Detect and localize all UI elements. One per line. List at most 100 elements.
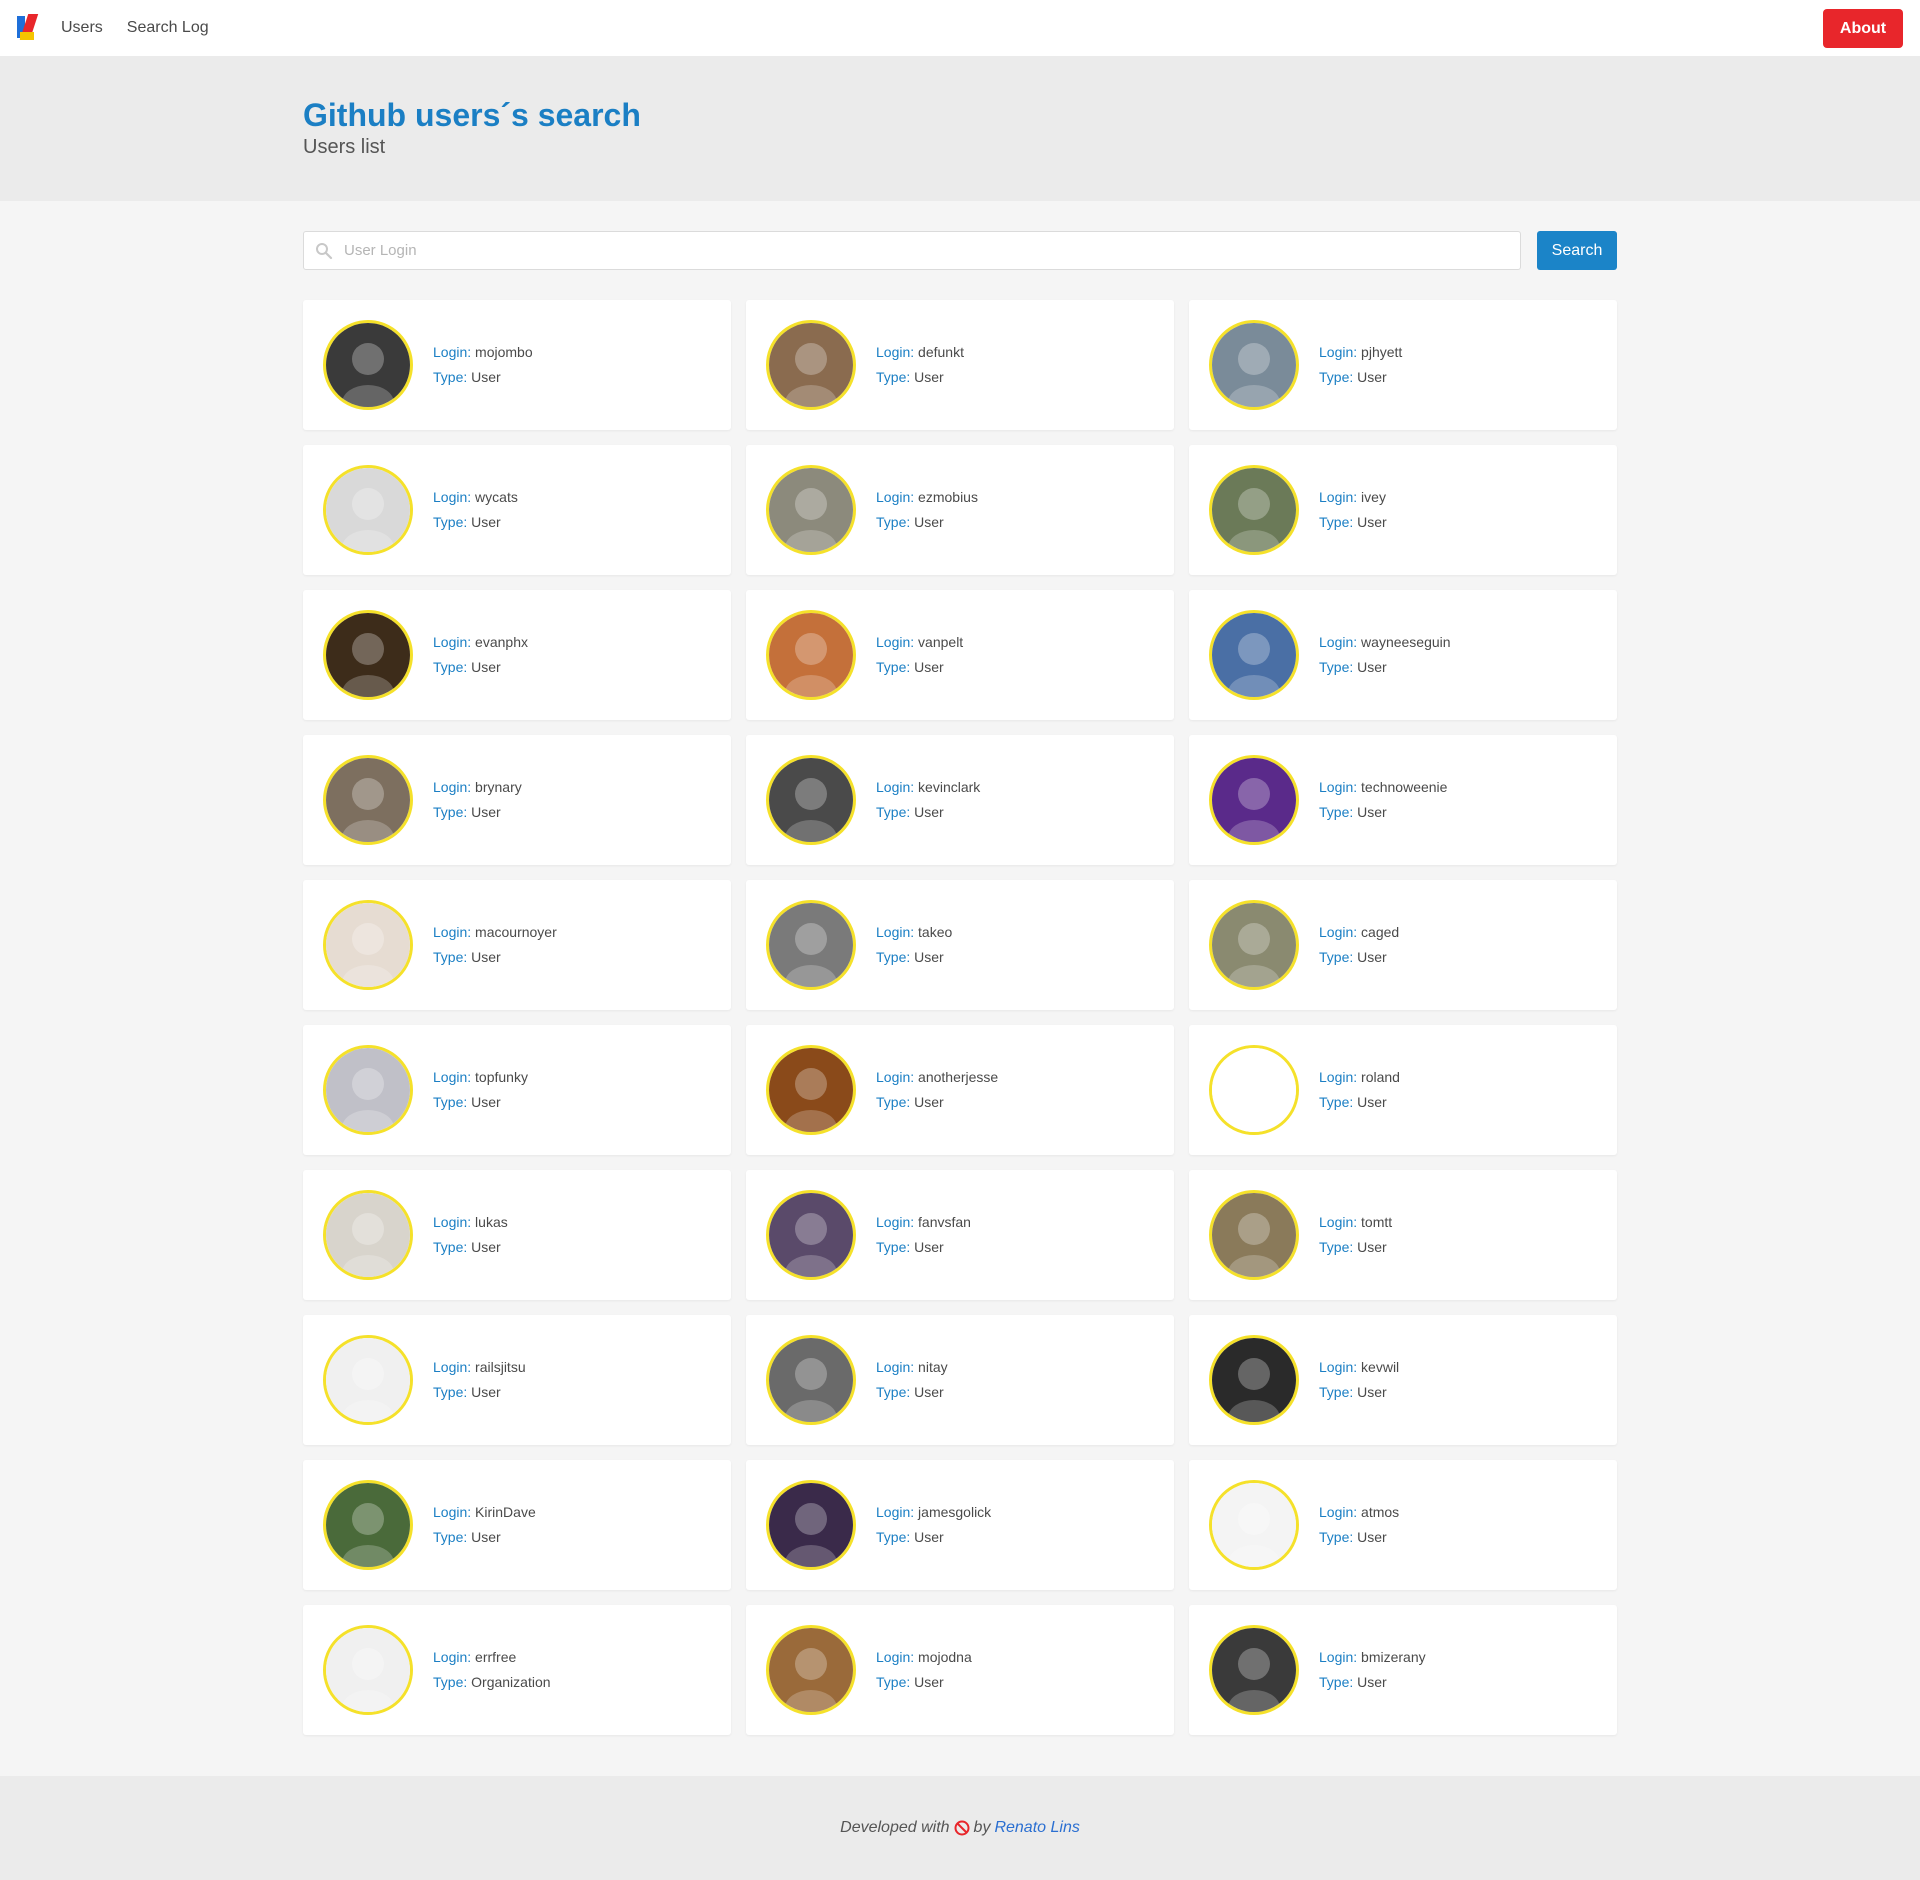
login-line: Login: fanvsfan (876, 1210, 971, 1235)
user-card[interactable]: Login: tomtt Type: User (1189, 1170, 1617, 1300)
user-card[interactable]: Login: pjhyett Type: User (1189, 300, 1617, 430)
page-title: Github users´s search (303, 97, 641, 133)
user-card[interactable]: Login: wycats Type: User (303, 445, 731, 575)
user-info: Login: ezmobius Type: User (876, 485, 978, 535)
user-card[interactable]: Login: caged Type: User (1189, 880, 1617, 1010)
avatar-image (326, 1338, 410, 1422)
type-label: Type: (876, 1094, 911, 1110)
login-value: mojodna (918, 1649, 972, 1665)
user-info: Login: jamesgolick Type: User (876, 1500, 991, 1550)
login-label: Login: (1319, 1069, 1358, 1085)
user-login-input[interactable] (304, 232, 1520, 269)
login-label: Login: (876, 1069, 915, 1085)
user-card[interactable]: Login: mojodna Type: User (746, 1605, 1174, 1735)
login-label: Login: (1319, 924, 1358, 940)
user-card[interactable]: Login: errfree Type: Organization (303, 1605, 731, 1735)
login-value: wycats (475, 489, 518, 505)
avatar-image (769, 1483, 853, 1567)
avatar-image (769, 323, 853, 407)
login-label: Login: (1319, 1359, 1358, 1375)
type-label: Type: (433, 949, 468, 965)
nav-item-search-log[interactable]: Search Log (127, 19, 209, 37)
type-label: Type: (876, 1384, 911, 1400)
type-line: Type: User (876, 1380, 948, 1405)
type-line: Type: User (433, 945, 557, 970)
user-card[interactable]: Login: roland Type: User (1189, 1025, 1617, 1155)
type-line: Type: User (1319, 1235, 1392, 1260)
user-card[interactable]: Login: topfunky Type: User (303, 1025, 731, 1155)
user-card[interactable]: Login: brynary Type: User (303, 735, 731, 865)
login-value: caged (1361, 924, 1400, 940)
author-link[interactable]: Renato Lins (994, 1819, 1079, 1837)
login-line: Login: defunkt (876, 340, 964, 365)
type-line: Type: User (1319, 510, 1387, 535)
user-card[interactable]: Login: vanpelt Type: User (746, 590, 1174, 720)
user-info: Login: lukas Type: User (433, 1210, 508, 1260)
type-value: User (914, 804, 944, 820)
user-card[interactable]: Login: bmizerany Type: User (1189, 1605, 1617, 1735)
user-card[interactable]: Login: fanvsfan Type: User (746, 1170, 1174, 1300)
avatar (1209, 900, 1299, 990)
login-label: Login: (1319, 1649, 1358, 1665)
user-card[interactable]: Login: technoweenie Type: User (1189, 735, 1617, 865)
type-label: Type: (433, 804, 468, 820)
nav-item-users[interactable]: Users (61, 19, 103, 37)
user-card[interactable]: Login: wayneeseguin Type: User (1189, 590, 1617, 720)
user-card[interactable]: Login: takeo Type: User (746, 880, 1174, 1010)
type-label: Type: (1319, 804, 1354, 820)
login-label: Login: (433, 634, 472, 650)
user-info: Login: macournoyer Type: User (433, 920, 557, 970)
type-label: Type: (1319, 949, 1354, 965)
user-card[interactable]: Login: nitay Type: User (746, 1315, 1174, 1445)
search-button[interactable]: Search (1537, 231, 1617, 270)
user-card[interactable]: Login: defunkt Type: User (746, 300, 1174, 430)
type-label: Type: (1319, 659, 1354, 675)
login-value: jamesgolick (918, 1504, 992, 1520)
login-label: Login: (433, 1649, 472, 1665)
type-label: Type: (1319, 1094, 1354, 1110)
login-line: Login: technoweenie (1319, 775, 1447, 800)
type-label: Type: (1319, 1529, 1354, 1545)
type-value: User (914, 1529, 944, 1545)
login-value: bmizerany (1361, 1649, 1426, 1665)
user-card[interactable]: Login: evanphx Type: User (303, 590, 731, 720)
login-value: errfree (475, 1649, 517, 1665)
user-card[interactable]: Login: ivey Type: User (1189, 445, 1617, 575)
search-bar: Search (303, 231, 1617, 270)
avatar (766, 610, 856, 700)
type-line: Type: User (1319, 655, 1451, 680)
type-value: User (1357, 369, 1387, 385)
type-line: Type: User (433, 365, 533, 390)
user-card[interactable]: Login: anotherjesse Type: User (746, 1025, 1174, 1155)
user-card[interactable]: Login: atmos Type: User (1189, 1460, 1617, 1590)
avatar (1209, 320, 1299, 410)
avatar (323, 755, 413, 845)
user-card[interactable]: Login: kevwil Type: User (1189, 1315, 1617, 1445)
user-card[interactable]: Login: KirinDave Type: User (303, 1460, 731, 1590)
user-card[interactable]: Login: lukas Type: User (303, 1170, 731, 1300)
login-label: Login: (1319, 1504, 1358, 1520)
avatar-image (1212, 323, 1296, 407)
user-info: Login: topfunky Type: User (433, 1065, 528, 1115)
type-value: User (471, 514, 501, 530)
user-info: Login: anotherjesse Type: User (876, 1065, 998, 1115)
login-line: Login: kevinclark (876, 775, 980, 800)
avatar (323, 610, 413, 700)
about-button[interactable]: About (1823, 9, 1903, 48)
type-line: Type: User (433, 1235, 508, 1260)
avatar-image (1212, 1628, 1296, 1712)
avatar (1209, 465, 1299, 555)
user-card[interactable]: Login: kevinclark Type: User (746, 735, 1174, 865)
type-line: Type: User (1319, 800, 1447, 825)
user-card[interactable]: Login: ezmobius Type: User (746, 445, 1174, 575)
type-value: User (914, 369, 944, 385)
user-card[interactable]: Login: macournoyer Type: User (303, 880, 731, 1010)
user-card[interactable]: Login: mojombo Type: User (303, 300, 731, 430)
app-logo[interactable] (17, 14, 39, 42)
login-label: Login: (876, 1504, 915, 1520)
user-card[interactable]: Login: railsjitsu Type: User (303, 1315, 731, 1445)
user-info: Login: kevwil Type: User (1319, 1355, 1399, 1405)
login-value: KirinDave (475, 1504, 536, 1520)
user-card[interactable]: Login: jamesgolick Type: User (746, 1460, 1174, 1590)
type-value: Organization (471, 1674, 551, 1690)
